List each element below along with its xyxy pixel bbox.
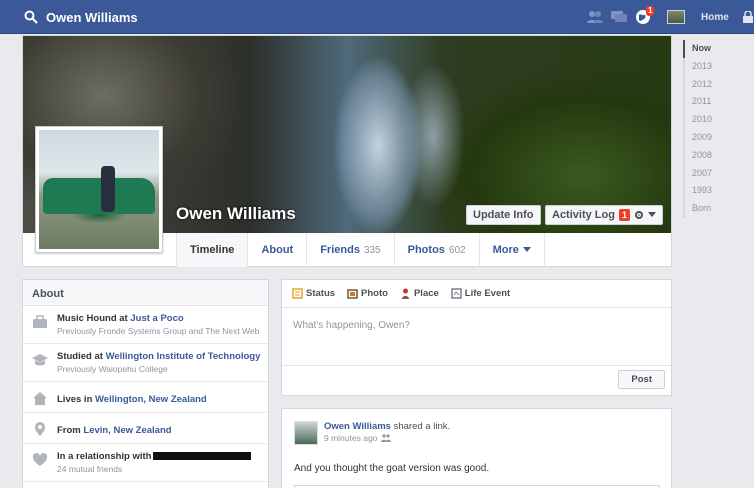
profile-header-card: Owen Williams Update Info Activity Log 1… (22, 35, 672, 267)
profile-car-shape (43, 178, 155, 214)
photo-icon (347, 289, 358, 299)
activity-log-badge: 1 (618, 209, 630, 221)
about-text: Lives in (57, 394, 96, 405)
status-input[interactable]: What's happening, Owen? (282, 308, 671, 366)
current-city-link[interactable]: Wellington, New Zealand (95, 394, 207, 405)
school-link[interactable]: Wellington Institute of Technology (106, 351, 261, 362)
year-link[interactable]: 2009 (685, 129, 754, 147)
cover-profile-name[interactable]: Owen Williams (176, 204, 296, 224)
friends-audience-icon[interactable] (381, 434, 392, 442)
heart-icon (32, 453, 48, 466)
year-link[interactable]: 2012 (685, 76, 754, 94)
composer-tab-label: Status (306, 288, 336, 299)
story-meta: 9 minutes ago (324, 433, 392, 443)
tab-count: 602 (448, 244, 466, 256)
chevron-down-icon (522, 247, 531, 252)
about-subtext: Previously Waiopehu College (57, 364, 168, 374)
year-link[interactable]: 2008 (685, 147, 754, 165)
activity-log-button[interactable]: Activity Log 1 (545, 205, 663, 225)
activity-log-label: Activity Log (552, 209, 615, 221)
about-education-item: Studied at Wellington Institute of Techn… (23, 344, 268, 382)
location-pin-icon (35, 422, 45, 436)
profile-name-link[interactable]: Owen Williams (46, 10, 138, 25)
tab-more[interactable]: More (480, 233, 545, 267)
story-text: And you thought the goat version was goo… (294, 463, 490, 474)
about-subtext: Previously Fronde Systems Group and The … (57, 326, 260, 336)
tab-timeline[interactable]: Timeline (176, 233, 249, 267)
timeline-year-nav: Now 2013 2012 2011 2010 2009 2008 2007 1… (683, 40, 754, 218)
composer-tab-label: Photo (361, 288, 388, 299)
tab-label: About (261, 244, 294, 256)
top-navigation-bar: Owen Williams 1 Home (0, 0, 754, 34)
status-composer: Status Photo Place Life Event What's hap… (281, 279, 672, 396)
year-link[interactable]: 2013 (685, 58, 754, 76)
profile-person-shape (101, 166, 115, 212)
profile-picture-image (39, 130, 159, 249)
search-icon[interactable] (24, 10, 38, 24)
tab-about[interactable]: About (248, 233, 308, 267)
house-icon (33, 392, 47, 405)
story-action-text: shared a link. (393, 421, 451, 432)
tab-label: More (492, 244, 519, 256)
home-link[interactable]: Home (701, 12, 729, 23)
feed-story: Owen Williams shared a link. 9 minutes a… (281, 408, 672, 488)
post-button[interactable]: Post (618, 370, 665, 389)
about-text: In a relationship with (57, 451, 152, 462)
tab-label: Photos (407, 244, 445, 256)
tab-friends[interactable]: Friends 335 (307, 233, 395, 267)
year-link[interactable]: Now (683, 40, 754, 58)
year-link[interactable]: 2010 (685, 111, 754, 129)
about-from-item: From Levin, New Zealand (23, 413, 268, 444)
gear-icon (634, 211, 643, 219)
year-link[interactable]: 2007 (685, 165, 754, 183)
composer-tab-status[interactable]: Status (292, 288, 335, 299)
profile-picture[interactable] (35, 126, 163, 253)
composer-tab-place[interactable]: Place (400, 288, 439, 299)
tab-photos[interactable]: Photos 602 (395, 233, 480, 267)
about-subtext: 24 mutual friends (57, 464, 123, 474)
tab-label: Timeline (190, 244, 235, 256)
composer-tab-label: Life Event (464, 288, 511, 299)
story-header: Owen Williams shared a link. (324, 421, 450, 432)
friend-requests-icon[interactable] (586, 9, 604, 25)
privacy-lock-icon[interactable] (742, 11, 754, 23)
chevron-down-icon (647, 212, 656, 217)
place-person-icon (401, 288, 409, 299)
messages-icon[interactable] (610, 9, 628, 25)
employer-link[interactable]: Just a Poco (130, 313, 183, 324)
composer-tabs: Status Photo Place Life Event (282, 280, 671, 308)
graduation-cap-icon (32, 354, 48, 366)
tab-count: 335 (363, 244, 381, 256)
story-timestamp[interactable]: 9 minutes ago (324, 433, 377, 443)
about-title[interactable]: About (23, 280, 268, 306)
story-author-link[interactable]: Owen Williams (324, 421, 391, 432)
year-link[interactable]: 2011 (685, 93, 754, 111)
about-card: About Music Hound at Just a Poco Previou… (22, 279, 269, 488)
about-text: Music Hound at (57, 313, 131, 324)
redacted-name (153, 452, 252, 461)
about-lives-item: Lives in Wellington, New Zealand (23, 382, 268, 413)
update-info-button[interactable]: Update Info (466, 205, 541, 225)
about-text: From (57, 425, 84, 436)
composer-tab-photo[interactable]: Photo (347, 288, 388, 299)
composer-tab-life-event[interactable]: Life Event (451, 288, 510, 299)
year-link[interactable]: Born (685, 200, 754, 218)
notification-badge: 1 (646, 6, 655, 16)
hometown-link[interactable]: Levin, New Zealand (83, 425, 171, 436)
tab-label: Friends (320, 244, 360, 256)
avatar[interactable] (294, 421, 318, 445)
briefcase-icon (33, 315, 47, 328)
composer-tab-label: Place (413, 288, 439, 299)
profile-tabs: Timeline About Friends 335 Photos 602 Mo… (176, 233, 545, 267)
pencil-note-icon (292, 288, 303, 299)
about-text: Studied at (57, 351, 106, 362)
year-link[interactable]: 1993 (685, 182, 754, 200)
profile-thumbnail[interactable] (667, 10, 685, 24)
about-relationship-item: In a relationship with 24 mutual friends (23, 444, 268, 482)
life-event-icon (451, 288, 462, 299)
about-work-item: Music Hound at Just a Poco Previously Fr… (23, 306, 268, 344)
